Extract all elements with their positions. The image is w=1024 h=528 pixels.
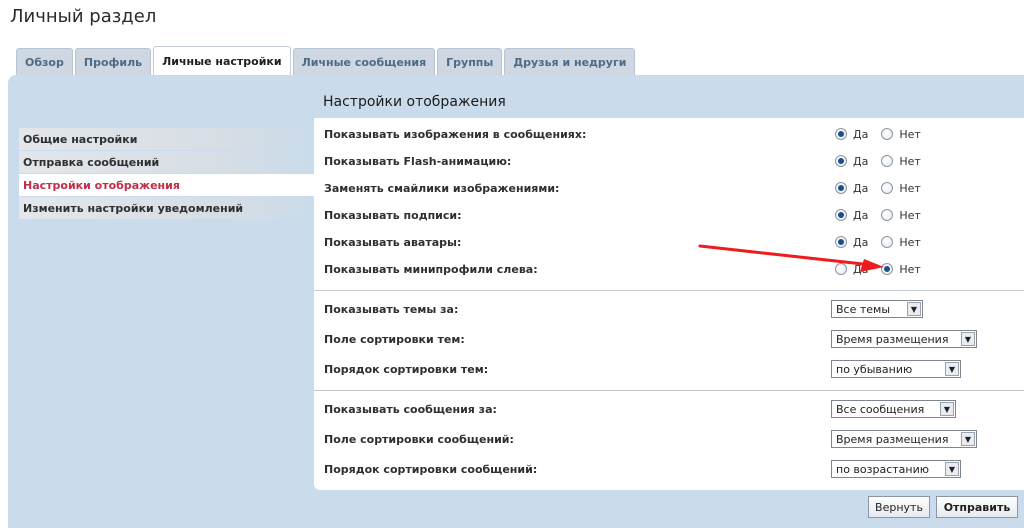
setting-label: Порядок сортировки сообщений: (324, 462, 538, 476)
dropdown-arrow-icon: ▼ (945, 462, 959, 476)
select-value: Время размещения (836, 332, 949, 346)
topic-sort-dir-select[interactable]: по убыванию ▼ (831, 360, 961, 378)
radio-yes-label: Да (853, 208, 869, 222)
side-menu-item-posting[interactable]: Отправка сообщений (19, 151, 314, 174)
topic-days-select[interactable]: Все темы ▼ (831, 300, 923, 318)
setting-row-view-avatars: Показывать аватары: Да Нет (314, 229, 1024, 255)
radio-no-label: Нет (899, 181, 921, 195)
radio-yes-label: Да (853, 262, 869, 276)
select-value: Все сообщения (836, 402, 925, 416)
divider (314, 390, 1024, 391)
post-sort-key-select[interactable]: Время размещения ▼ (831, 430, 977, 448)
divider (314, 290, 1024, 291)
radio-yes[interactable] (835, 263, 847, 275)
radio-no-label: Нет (899, 208, 921, 222)
tab-personal-settings[interactable]: Личные настройки (153, 46, 291, 75)
post-days-select[interactable]: Все сообщения ▼ (831, 400, 956, 418)
yes-no-radio-group: Да Нет (835, 263, 934, 276)
radio-no[interactable] (881, 263, 894, 275)
page-title: Личный раздел (10, 6, 157, 27)
yes-no-radio-group: Да Нет (835, 128, 934, 141)
setting-label: Показывать сообщения за: (324, 402, 497, 416)
yes-no-radio-group: Да Нет (835, 182, 934, 195)
side-menu-item-general[interactable]: Общие настройки (19, 128, 314, 151)
radio-no[interactable] (881, 182, 894, 194)
dropdown-arrow-icon: ▼ (945, 362, 959, 376)
radio-no[interactable] (881, 155, 894, 167)
tab-profile[interactable]: Профиль (74, 48, 152, 75)
tab-private-messages[interactable]: Личные сообщения (292, 48, 436, 75)
radio-yes[interactable] (835, 155, 847, 167)
setting-row-post-sort-dir: Порядок сортировки сообщений: по возраст… (314, 456, 1024, 482)
setting-row-view-images: Показывать изображения в сообщениях: Да … (314, 121, 1024, 147)
select-value: Все темы (836, 302, 891, 316)
radio-yes-label: Да (853, 154, 869, 168)
setting-label: Поле сортировки сообщений: (324, 432, 514, 446)
setting-row-post-sort-key: Поле сортировки сообщений: Время размеще… (314, 426, 1024, 452)
dropdown-arrow-icon: ▼ (961, 432, 975, 446)
dropdown-arrow-icon: ▼ (940, 402, 954, 416)
side-menu-item-notifications[interactable]: Изменить настройки уведомлений (19, 197, 314, 220)
radio-yes-label: Да (853, 235, 869, 249)
setting-row-topic-sort-dir: Порядок сортировки тем: по убыванию ▼ (314, 356, 1024, 382)
setting-row-view-miniprofiles: Показывать минипрофили слева: Да Нет (314, 256, 1024, 282)
section-title: Настройки отображения (323, 94, 506, 110)
tab-friends-foes[interactable]: Друзья и недруги (504, 48, 636, 75)
radio-yes[interactable] (835, 236, 847, 248)
yes-no-radio-group: Да Нет (835, 236, 934, 249)
radio-no-label: Нет (899, 154, 921, 168)
radio-yes-label: Да (853, 127, 869, 141)
setting-label: Поле сортировки тем: (324, 332, 465, 346)
setting-label: Порядок сортировки тем: (324, 362, 489, 376)
setting-label: Заменять смайлики изображениями: (324, 181, 560, 195)
submit-button[interactable]: Отправить (936, 496, 1018, 518)
dropdown-arrow-icon: ▼ (961, 332, 975, 346)
setting-row-topic-days: Показывать темы за: Все темы ▼ (314, 296, 1024, 322)
radio-yes-label: Да (853, 181, 869, 195)
settings-form: Показывать изображения в сообщениях: Да … (314, 118, 1024, 490)
dropdown-arrow-icon: ▼ (907, 302, 921, 316)
select-value: Время размещения (836, 432, 949, 446)
radio-no-label: Нет (899, 262, 921, 276)
tab-groups[interactable]: Группы (437, 48, 503, 75)
side-menu: Общие настройки Отправка сообщений Настр… (19, 128, 314, 220)
setting-row-post-days: Показывать сообщения за: Все сообщения ▼ (314, 396, 1024, 422)
radio-yes[interactable] (835, 128, 847, 140)
radio-no[interactable] (881, 236, 894, 248)
radio-no-label: Нет (899, 235, 921, 249)
setting-row-view-signatures: Показывать подписи: Да Нет (314, 202, 1024, 228)
setting-label: Показывать изображения в сообщениях: (324, 127, 587, 141)
radio-no[interactable] (881, 128, 894, 140)
side-menu-item-display[interactable]: Настройки отображения (19, 174, 314, 197)
setting-row-view-smilies: Заменять смайлики изображениями: Да Нет (314, 175, 1024, 201)
select-value: по убыванию (836, 362, 913, 376)
radio-no[interactable] (881, 209, 894, 221)
topic-sort-key-select[interactable]: Время размещения ▼ (831, 330, 977, 348)
tab-bar: Обзор Профиль Личные настройки Личные со… (16, 46, 636, 75)
post-sort-dir-select[interactable]: по возрастанию ▼ (831, 460, 961, 478)
radio-no-label: Нет (899, 127, 921, 141)
reset-button[interactable]: Вернуть (868, 496, 930, 518)
setting-label: Показывать аватары: (324, 235, 462, 249)
yes-no-radio-group: Да Нет (835, 155, 934, 168)
yes-no-radio-group: Да Нет (835, 209, 934, 222)
tab-overview[interactable]: Обзор (16, 48, 73, 75)
setting-label: Показывать минипрофили слева: (324, 262, 538, 276)
setting-label: Показывать темы за: (324, 302, 459, 316)
select-value: по возрастанию (836, 462, 930, 476)
setting-label: Показывать подписи: (324, 208, 462, 222)
setting-row-topic-sort-key: Поле сортировки тем: Время размещения ▼ (314, 326, 1024, 352)
radio-yes[interactable] (835, 209, 847, 221)
radio-yes[interactable] (835, 182, 847, 194)
setting-row-view-flash: Показывать Flash-анимацию: Да Нет (314, 148, 1024, 174)
setting-label: Показывать Flash-анимацию: (324, 154, 512, 168)
